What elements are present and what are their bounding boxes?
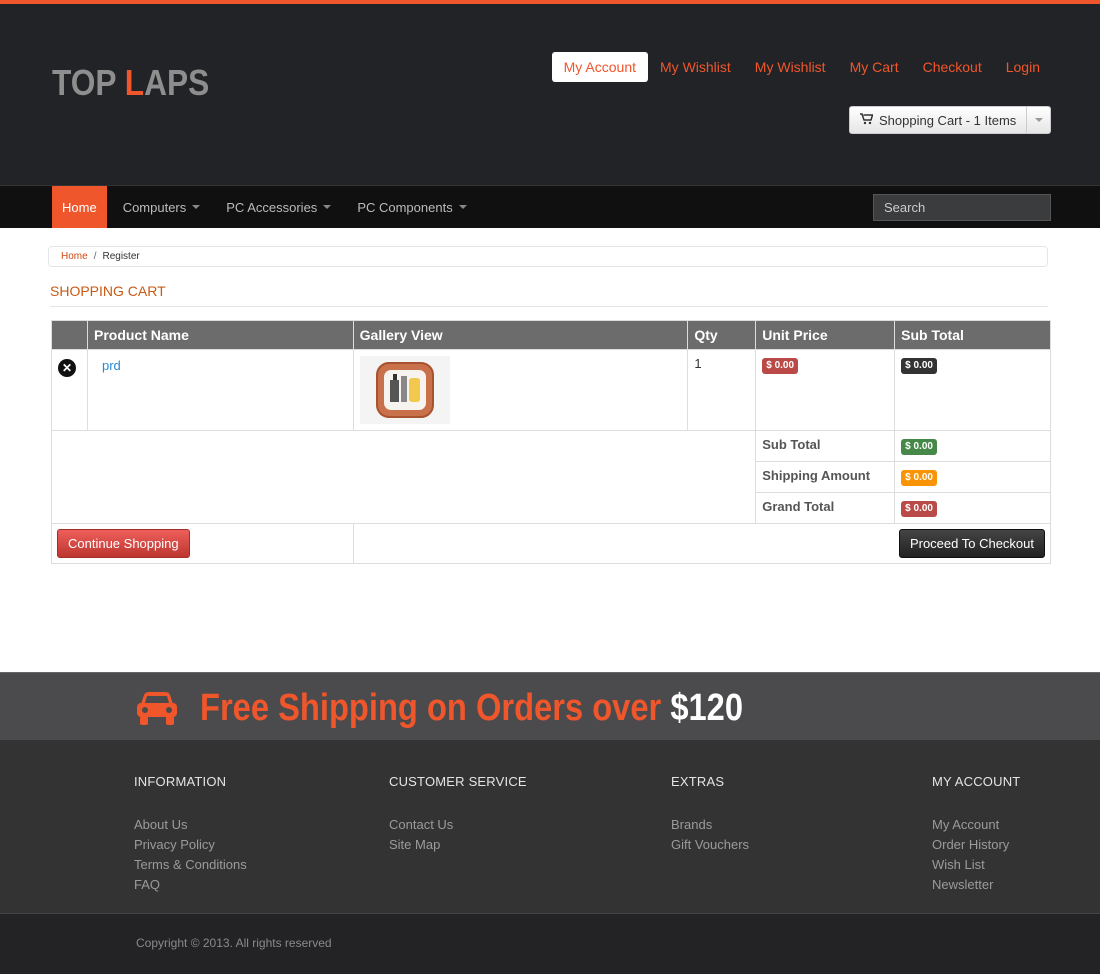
summary-grand-total-badge: $ 0.00: [901, 501, 937, 517]
toplink-my-wishlist[interactable]: My Wishlist: [648, 52, 743, 82]
breadcrumb: Home / Register: [48, 246, 1048, 267]
footer-link-gift-vouchers[interactable]: Gift Vouchers: [671, 835, 749, 855]
toplink-my-wishlist-2[interactable]: My Wishlist: [743, 52, 838, 82]
column-header-unit-price: Unit Price: [755, 320, 896, 350]
cart-icon: [860, 112, 874, 128]
qty-cell: 1: [687, 349, 757, 431]
product-name-link[interactable]: prd: [102, 358, 121, 373]
car-icon: [135, 691, 179, 730]
cart-table: Product Name Gallery View Qty Unit Price…: [50, 320, 1052, 564]
proceed-to-checkout-button[interactable]: Proceed To Checkout: [898, 529, 1045, 558]
footer-column-extras: EXTRAS Brands Gift Vouchers: [671, 774, 749, 855]
page-title: SHOPPING CART: [50, 283, 166, 299]
summary-label: Sub Total: [755, 430, 896, 462]
footer-column-information: INFORMATION About Us Privacy Policy Term…: [134, 774, 247, 895]
toplink-my-account[interactable]: My Account: [551, 52, 649, 82]
column-header-gallery-view: Gallery View: [352, 320, 689, 350]
free-shipping-banner: Free Shipping on Orders over $120: [0, 672, 1100, 740]
shopping-cart-label: Shopping Cart - 1 Items: [879, 112, 1017, 128]
footer-heading: MY ACCOUNT: [932, 774, 1021, 789]
toplink-checkout[interactable]: Checkout: [911, 52, 994, 82]
promo-text: Free Shipping on Orders over $120: [200, 687, 744, 729]
breadcrumb-home[interactable]: Home: [61, 251, 88, 262]
shopping-cart-button[interactable]: Shopping Cart - 1 Items: [849, 106, 1051, 134]
summary-row: Sub Total $ 0.00: [50, 430, 1051, 524]
site-footer: INFORMATION About Us Privacy Policy Term…: [0, 740, 1100, 913]
divider: [50, 306, 1048, 307]
main-nav: Home Computers PC Accessories PC Compone…: [0, 185, 1100, 228]
toplink-login[interactable]: Login: [994, 52, 1052, 82]
search-input[interactable]: [873, 194, 1051, 221]
nav-item-pc-accessories[interactable]: PC Accessories: [216, 186, 341, 228]
footer-bottom-bar: Copyright © 2013. All rights reserved: [0, 913, 1100, 974]
chevron-down-icon: [1034, 118, 1043, 122]
footer-link-my-account[interactable]: My Account: [932, 815, 1020, 835]
column-header-qty: Qty: [687, 320, 757, 350]
footer-link-terms[interactable]: Terms & Conditions: [134, 855, 247, 875]
footer-link-newsletter[interactable]: Newsletter: [932, 875, 1020, 895]
footer-link-privacy-policy[interactable]: Privacy Policy: [134, 835, 247, 855]
continue-shopping-button[interactable]: Continue Shopping: [57, 529, 190, 558]
table-header-row: Product Name Gallery View Qty Unit Price…: [51, 320, 1051, 350]
chevron-down-icon: [192, 205, 201, 209]
nav-item-home[interactable]: Home: [52, 186, 107, 228]
table-row: ✕ prd 1 $ 0.00 $ 0.00: [51, 349, 1051, 431]
footer-link-order-history[interactable]: Order History: [932, 835, 1020, 855]
footer-link-wish-list[interactable]: Wish List: [932, 855, 1020, 875]
column-header-sub-total: Sub Total: [894, 320, 1051, 350]
remove-item-icon[interactable]: ✕: [58, 359, 76, 377]
chevron-down-icon: [458, 205, 467, 209]
summary-label: Grand Total: [755, 492, 896, 524]
column-header-product-name: Product Name: [86, 320, 354, 350]
toplink-my-cart[interactable]: My Cart: [838, 52, 911, 82]
actions-row: Continue Shopping Proceed To Checkout: [51, 523, 1052, 564]
chevron-down-icon: [323, 205, 332, 209]
breadcrumb-current: Register: [102, 251, 140, 262]
column-header: [51, 320, 88, 350]
footer-link-site-map[interactable]: Site Map: [389, 835, 527, 855]
site-header: TOP LAPS My Account My Wishlist My Wishl…: [0, 4, 1100, 185]
unit-price-badge: $ 0.00: [762, 358, 799, 374]
footer-column-customer-service: CUSTOMER SERVICE Contact Us Site Map: [389, 774, 527, 855]
footer-link-brands[interactable]: Brands: [671, 815, 749, 835]
summary-label: Shipping Amount: [755, 461, 896, 493]
promo-amount: $120: [670, 687, 744, 729]
footer-link-about-us[interactable]: About Us: [134, 815, 247, 835]
nav-item-pc-components[interactable]: PC Components: [347, 186, 476, 228]
footer-heading: EXTRAS: [671, 774, 725, 789]
nav-item-computers[interactable]: Computers: [113, 186, 211, 228]
footer-heading: CUSTOMER SERVICE: [389, 774, 527, 789]
site-logo[interactable]: TOP LAPS: [52, 62, 209, 104]
footer-column-my-account: MY ACCOUNT My Account Order History Wish…: [932, 774, 1020, 895]
copyright-text: Copyright © 2013. All rights reserved: [136, 936, 332, 950]
product-thumbnail[interactable]: [359, 356, 450, 424]
cart-dropdown-toggle[interactable]: [1026, 107, 1050, 133]
top-links: My Account My Wishlist My Wishlist My Ca…: [551, 52, 1052, 82]
sub-total-badge: $ 0.00: [901, 358, 937, 374]
summary-subtotal-badge: $ 0.00: [901, 439, 937, 455]
footer-link-faq[interactable]: FAQ: [134, 875, 247, 895]
footer-link-contact-us[interactable]: Contact Us: [389, 815, 527, 835]
footer-heading: INFORMATION: [134, 774, 227, 789]
summary-shipping-badge: $ 0.00: [901, 470, 937, 486]
